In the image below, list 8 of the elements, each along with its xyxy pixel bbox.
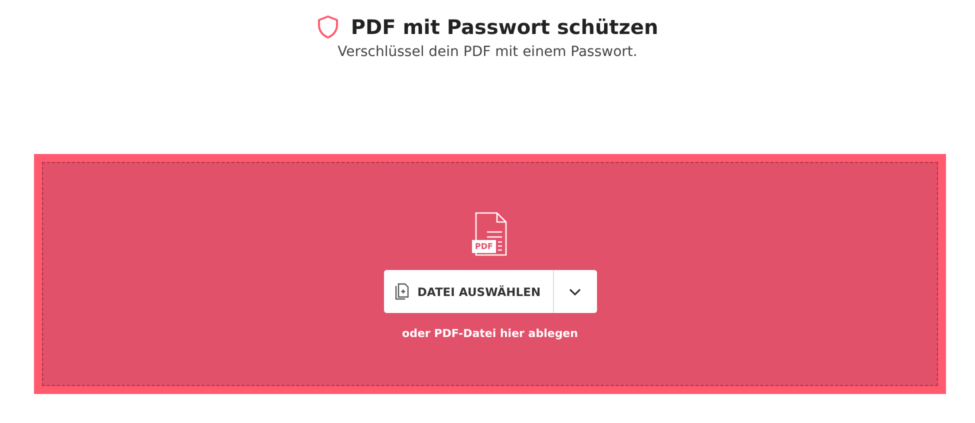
page-title: PDF mit Passwort schützen <box>350 15 658 39</box>
chevron-down-icon <box>569 288 581 296</box>
drop-zone[interactable]: PDF DATEI AUSWÄHLEN oder PDF-Datei hier ablegen <box>34 154 946 394</box>
page-subtitle: Verschlüssel dein PDF mit einem Passwort. <box>336 44 638 60</box>
choose-file-button[interactable]: DATEI AUSWÄHLEN <box>384 270 554 313</box>
shield-icon <box>316 15 339 39</box>
drop-hint: oder PDF-Datei hier ablegen <box>402 327 578 340</box>
file-add-icon <box>395 283 410 300</box>
